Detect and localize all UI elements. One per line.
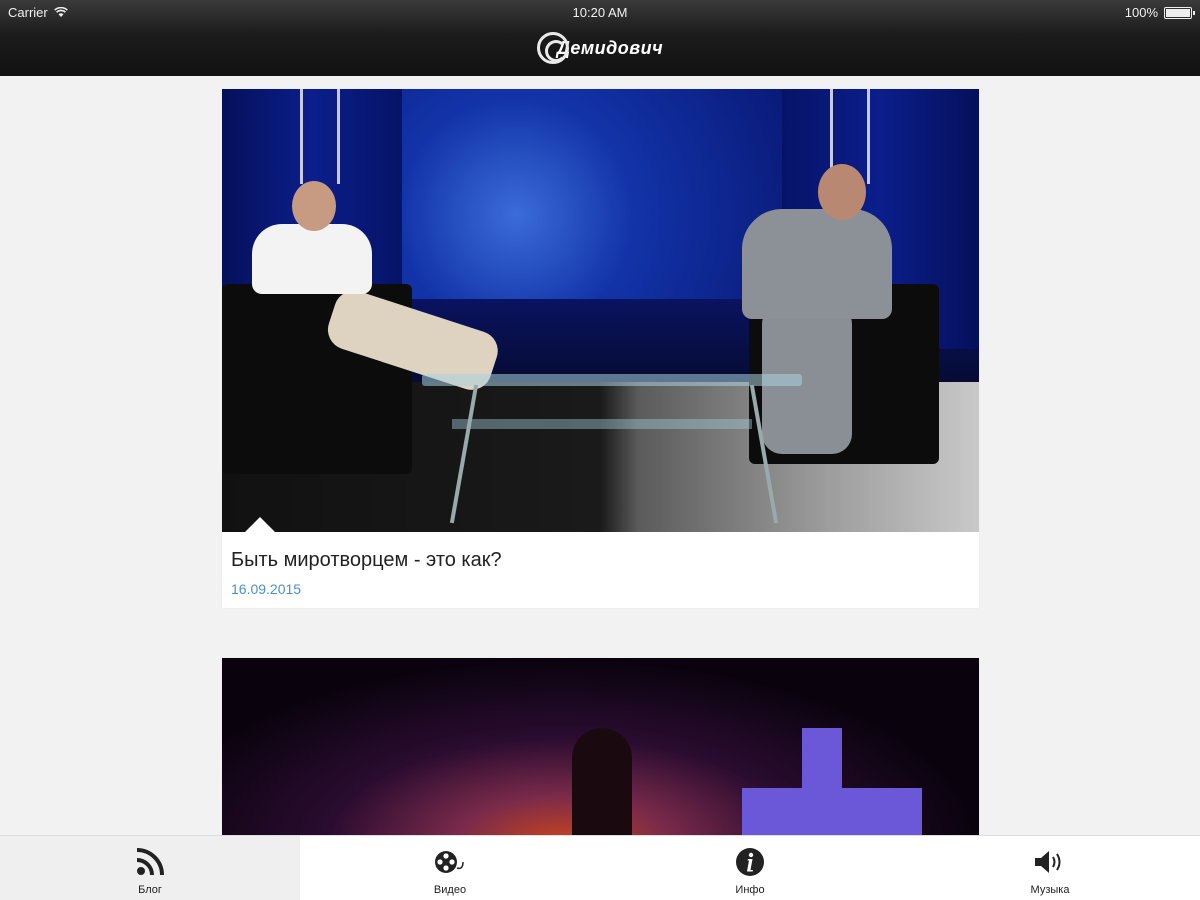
- tab-video-label: Видео: [433, 884, 467, 896]
- battery-indicator: 100%: [1124, 5, 1195, 20]
- post-title[interactable]: Быть миротворцем - это как?: [231, 547, 970, 573]
- post-image[interactable]: [222, 89, 979, 532]
- blog-feed[interactable]: Быть миротворцем - это как? 16.09.2015: [222, 89, 979, 843]
- rss-icon: [133, 846, 167, 878]
- studio-photo: [222, 89, 979, 532]
- tab-video[interactable]: Видео: [300, 836, 600, 900]
- concert-photo: [572, 728, 632, 843]
- tab-music-label: Музыка: [1030, 884, 1070, 896]
- logo-mark-icon: [536, 32, 569, 64]
- clock: 10:20 AM: [572, 5, 628, 20]
- post-date: 16.09.2015: [231, 581, 302, 597]
- battery-icon: [1164, 6, 1195, 19]
- post-info: Быть миротворцем - это как? 16.09.2015: [222, 532, 979, 608]
- tab-info-label: Инфо: [735, 884, 765, 896]
- tab-music[interactable]: Музыка: [900, 836, 1200, 900]
- tab-bar: Блог Видео Инфо Музыка: [0, 835, 1200, 900]
- post-card[interactable]: Быть миротворцем - это как? 16.09.2015: [222, 89, 979, 608]
- info-icon: [733, 846, 767, 878]
- tab-info[interactable]: Инфо: [600, 836, 900, 900]
- battery-percentage: 100%: [1124, 5, 1158, 20]
- logo-text: Демидович: [556, 37, 664, 58]
- speaker-icon: [1033, 846, 1067, 878]
- caret-pointer: [245, 517, 275, 532]
- film-reel-icon: [433, 846, 467, 878]
- post-card[interactable]: [222, 658, 979, 843]
- tab-blog-label: Блог: [138, 884, 162, 896]
- post-image[interactable]: [222, 658, 979, 843]
- tab-blog[interactable]: Блог: [0, 836, 300, 900]
- top-navigation-bar: Carrier 10:20 AM 100% Демидович: [0, 0, 1200, 76]
- app-logo[interactable]: Демидович: [0, 32, 1200, 64]
